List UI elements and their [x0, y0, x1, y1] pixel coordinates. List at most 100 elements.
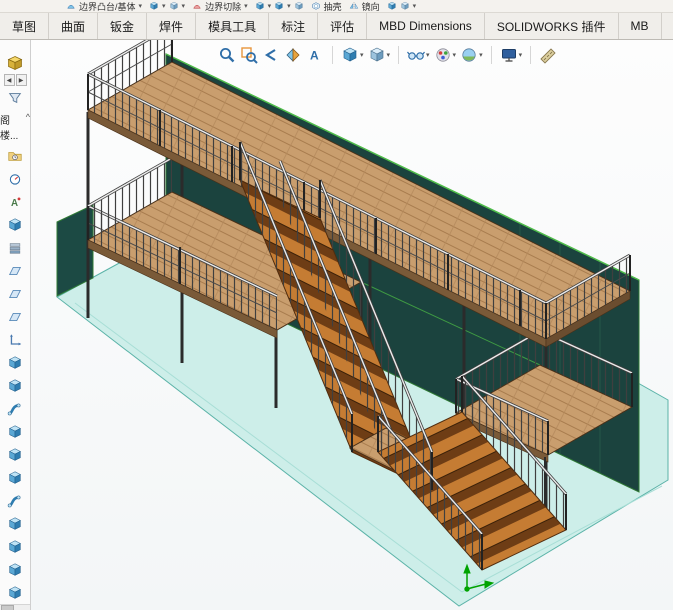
edit-appearance-button[interactable]: ▾ [433, 45, 458, 65]
panel-forward-button[interactable]: ▶ [16, 74, 27, 86]
display-style-button[interactable]: ▾ [367, 45, 392, 65]
tree-item-history[interactable] [1, 144, 29, 167]
chevron-down-icon[interactable]: ▾ [268, 3, 272, 10]
zoom-to-fit-button[interactable] [217, 45, 237, 65]
panel-horizontal-scrollbar[interactable] [0, 604, 30, 610]
ribbon-icon-group-1[interactable]: ▾ ▾ [149, 1, 185, 11]
chevron-down-icon[interactable]: ▾ [287, 3, 291, 10]
tab-weldments[interactable]: 焊件 [147, 13, 196, 39]
solidworks-window: 边界凸台/基体 ▾ ▾ ▾ 边界切除 ▾ ▾ ▾ 抽壳 镜向 [0, 0, 673, 610]
section-view-button[interactable] [283, 45, 303, 65]
scene-icon [460, 46, 478, 64]
mirror-button[interactable]: 镜向 [349, 0, 380, 13]
boundary-boss-label: 边界凸台/基体 [79, 0, 136, 13]
tree-item-annotations[interactable] [1, 190, 29, 213]
feature-manager-header: ◀ ▶ [4, 54, 27, 86]
chevron-down-icon[interactable]: ▾ [162, 3, 166, 10]
shell-button[interactable]: 抽壳 [311, 0, 342, 13]
tab-surfaces[interactable]: 曲面 [49, 13, 98, 39]
tree-item-material[interactable] [1, 236, 29, 259]
tree-item-feature-6[interactable] [1, 466, 29, 489]
chevron-down-icon[interactable]: ▾ [139, 3, 143, 10]
tree-item-feature-9[interactable] [1, 535, 29, 558]
chevron-down-icon[interactable]: ▾ [244, 3, 248, 10]
tree-filter-button[interactable] [7, 90, 23, 109]
command-manager-strip: 边界凸台/基体 ▾ ▾ ▾ 边界切除 ▾ ▾ ▾ 抽壳 镜向 [0, 0, 673, 13]
section-view-icon [284, 46, 302, 64]
revolve-icon [149, 1, 159, 11]
tree-item-sensors[interactable] [1, 167, 29, 190]
boundary-cut-label: 边界切除 [205, 0, 241, 13]
ribbon-icon-group-3[interactable]: ▾ [387, 1, 417, 11]
chevron-down-icon[interactable]: ▾ [426, 52, 430, 59]
tree-item-feature-2[interactable] [1, 374, 29, 397]
zoom-to-fit-icon [218, 46, 236, 64]
tree-item-feature-7[interactable] [1, 489, 29, 512]
tab-annotation[interactable]: 标注 [269, 13, 318, 39]
toolbar-separator [398, 46, 399, 64]
chevron-down-icon[interactable]: ▾ [479, 52, 483, 59]
tab-sketch[interactable]: 草图 [0, 13, 49, 39]
measure-button[interactable] [538, 45, 558, 65]
tab-mbd[interactable]: MB [619, 13, 662, 39]
boundary-cut-button[interactable]: 边界切除 ▾ [192, 0, 248, 13]
tree-item-feature-10[interactable] [1, 558, 29, 581]
tree-item-feature-5[interactable] [1, 443, 29, 466]
tab-sheet-metal[interactable]: 钣金 [98, 13, 147, 39]
previous-view-button[interactable] [261, 45, 281, 65]
tab-evaluate[interactable]: 评估 [318, 13, 367, 39]
glasses-icon [407, 46, 425, 64]
measure-ruler-icon [539, 46, 557, 64]
toolbar-separator [491, 46, 492, 64]
heads-up-view-toolbar: ▾ ▾ ▾ ▾ ▾ ▾ [217, 45, 558, 65]
fillet-icon [255, 1, 265, 11]
tree-item-feature-4[interactable] [1, 420, 29, 443]
wrap-icon [387, 1, 397, 11]
chevron-down-icon[interactable]: ▾ [387, 52, 391, 59]
chevron-down-icon[interactable]: ▾ [519, 52, 523, 59]
tree-item-feature-11[interactable] [1, 581, 29, 604]
ribbon-icon-group-2[interactable]: ▾ ▾ [255, 1, 304, 11]
view-settings-button[interactable]: ▾ [499, 45, 524, 65]
collapse-arrow-icon[interactable]: ^ [26, 112, 30, 122]
chevron-down-icon[interactable]: ▾ [360, 52, 364, 59]
tree-item-feature-1[interactable] [1, 351, 29, 374]
chevron-down-icon[interactable]: ▾ [182, 3, 186, 10]
tree-item-solid-bodies[interactable] [1, 213, 29, 236]
boss-extrude-icon [7, 539, 23, 555]
tree-item-origin[interactable] [1, 328, 29, 351]
graphics-area[interactable]: ▾ ▾ ▾ ▾ ▾ ▾ [31, 40, 673, 610]
sweep-icon [7, 401, 23, 417]
zoom-to-area-icon [240, 46, 258, 64]
view-orientation-button[interactable]: ▾ [340, 45, 365, 65]
part-name-node[interactable]: 阁楼... ^ [0, 112, 30, 142]
tree-item-top-plane[interactable] [1, 282, 29, 305]
tree-item-feature-8[interactable] [1, 512, 29, 535]
boundary-boss-button[interactable]: 边界凸台/基体 ▾ [66, 0, 142, 13]
tab-mold-tools[interactable]: 模具工具 [196, 13, 269, 39]
hide-show-items-button[interactable]: ▾ [406, 45, 431, 65]
tab-solidworks-addins[interactable]: SOLIDWORKS 插件 [485, 13, 619, 39]
apply-scene-button[interactable]: ▾ [459, 45, 484, 65]
plane-icon [7, 286, 23, 302]
boss-extrude-icon [7, 447, 23, 463]
scrollbar-thumb[interactable] [1, 605, 14, 610]
sensors-icon [7, 171, 23, 187]
part-icon [6, 54, 24, 72]
zoom-to-area-button[interactable] [239, 45, 259, 65]
chevron-down-icon[interactable]: ▾ [413, 3, 417, 10]
tree-item-right-plane[interactable] [1, 305, 29, 328]
plane-icon [7, 309, 23, 325]
toolbar-separator [530, 46, 531, 64]
model-3d-view[interactable] [31, 40, 673, 610]
chevron-down-icon[interactable]: ▾ [453, 52, 457, 59]
boss-extrude-icon [7, 585, 23, 601]
shell-label: 抽壳 [324, 0, 342, 13]
tree-item-feature-3[interactable] [1, 397, 29, 420]
pattern-icon [274, 1, 284, 11]
dynamic-annotation-button[interactable] [305, 45, 325, 65]
feature-tree [1, 144, 29, 604]
tab-mbd-dimensions[interactable]: MBD Dimensions [367, 13, 485, 39]
tree-item-front-plane[interactable] [1, 259, 29, 282]
panel-back-button[interactable]: ◀ [4, 74, 15, 86]
